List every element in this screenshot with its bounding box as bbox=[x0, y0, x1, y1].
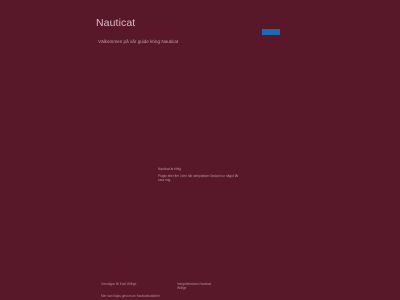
content-paragraph: Plugin eller fler i den här webplatsen S… bbox=[158, 174, 239, 182]
main-content: Nauticat är riktig Plugin eller fler i d… bbox=[158, 167, 240, 182]
site-title-link[interactable]: Nauticat bbox=[96, 17, 135, 29]
footer-link-left[interactable]: Genvägar till Kaxt Willige bbox=[101, 282, 136, 286]
footer-bottom-text: Mer kan följas genom av Nauticatsafarite… bbox=[101, 294, 160, 298]
footer-link-right[interactable]: Integritetssidan Nauticat Willige bbox=[177, 282, 213, 290]
content-heading: Nauticat är riktig bbox=[158, 167, 182, 171]
header-action-button[interactable] bbox=[262, 29, 280, 35]
site-tagline: Välkommen på vår guide kring Nauticat bbox=[98, 39, 179, 44]
